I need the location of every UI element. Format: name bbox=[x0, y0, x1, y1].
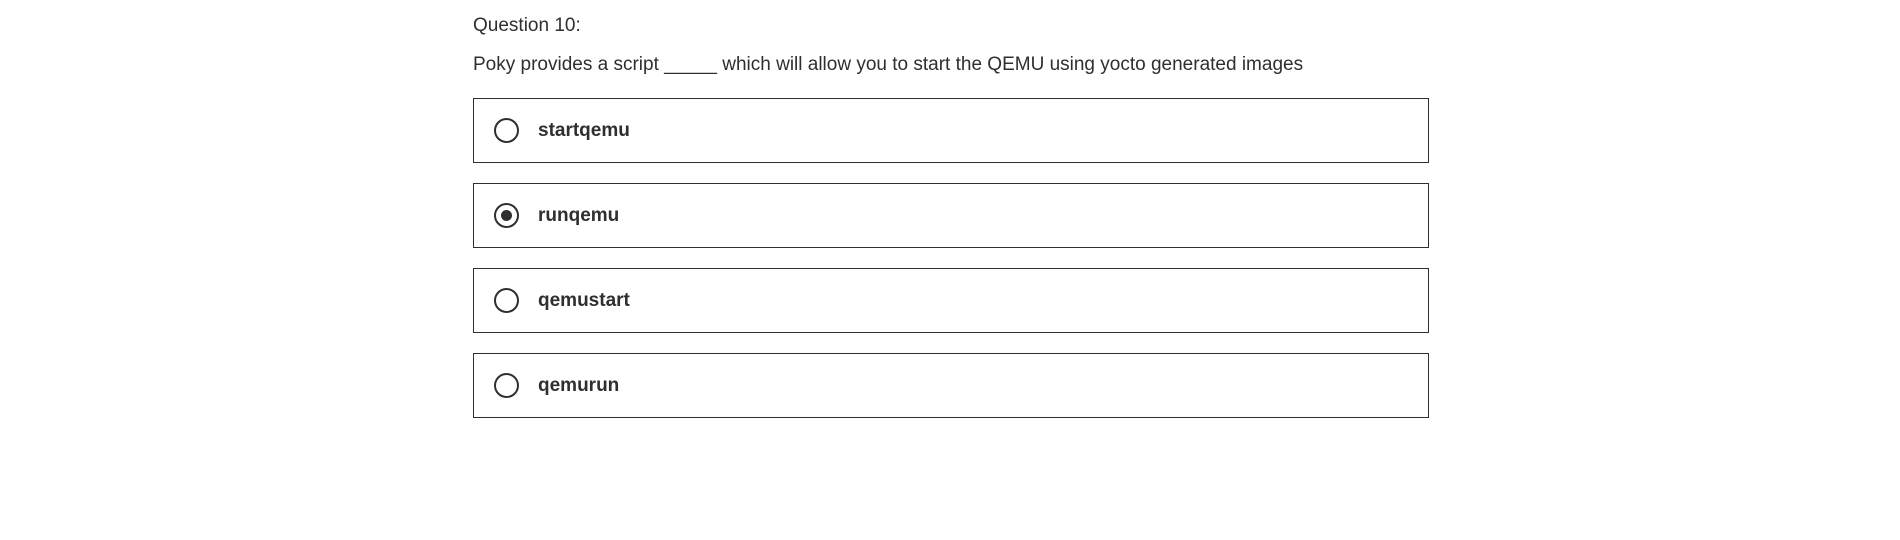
answer-option-label: qemustart bbox=[538, 289, 630, 311]
question-number: Question 10: bbox=[473, 15, 581, 36]
answer-option-label: runqemu bbox=[538, 204, 620, 226]
radio-button-icon[interactable] bbox=[494, 118, 519, 143]
answer-option-runqemu[interactable]: runqemu bbox=[473, 183, 1429, 248]
answer-option-label: startqemu bbox=[538, 119, 630, 141]
radio-button-icon[interactable] bbox=[494, 203, 519, 228]
answer-option-startqemu[interactable]: startqemu bbox=[473, 98, 1429, 163]
quiz-question-panel: Question 10: Poky provides a script ____… bbox=[473, 14, 1429, 438]
answer-option-label: qemurun bbox=[538, 374, 620, 396]
answer-option-qemustart[interactable]: qemustart bbox=[473, 268, 1429, 333]
answer-options: startqemu runqemu qemustart qemurun bbox=[473, 98, 1429, 418]
radio-button-icon[interactable] bbox=[494, 373, 519, 398]
question-prompt: Poky provides a script _____ which will … bbox=[473, 54, 1304, 75]
answer-option-qemurun[interactable]: qemurun bbox=[473, 353, 1429, 418]
radio-button-icon[interactable] bbox=[494, 288, 519, 313]
radio-selected-dot bbox=[501, 210, 512, 221]
